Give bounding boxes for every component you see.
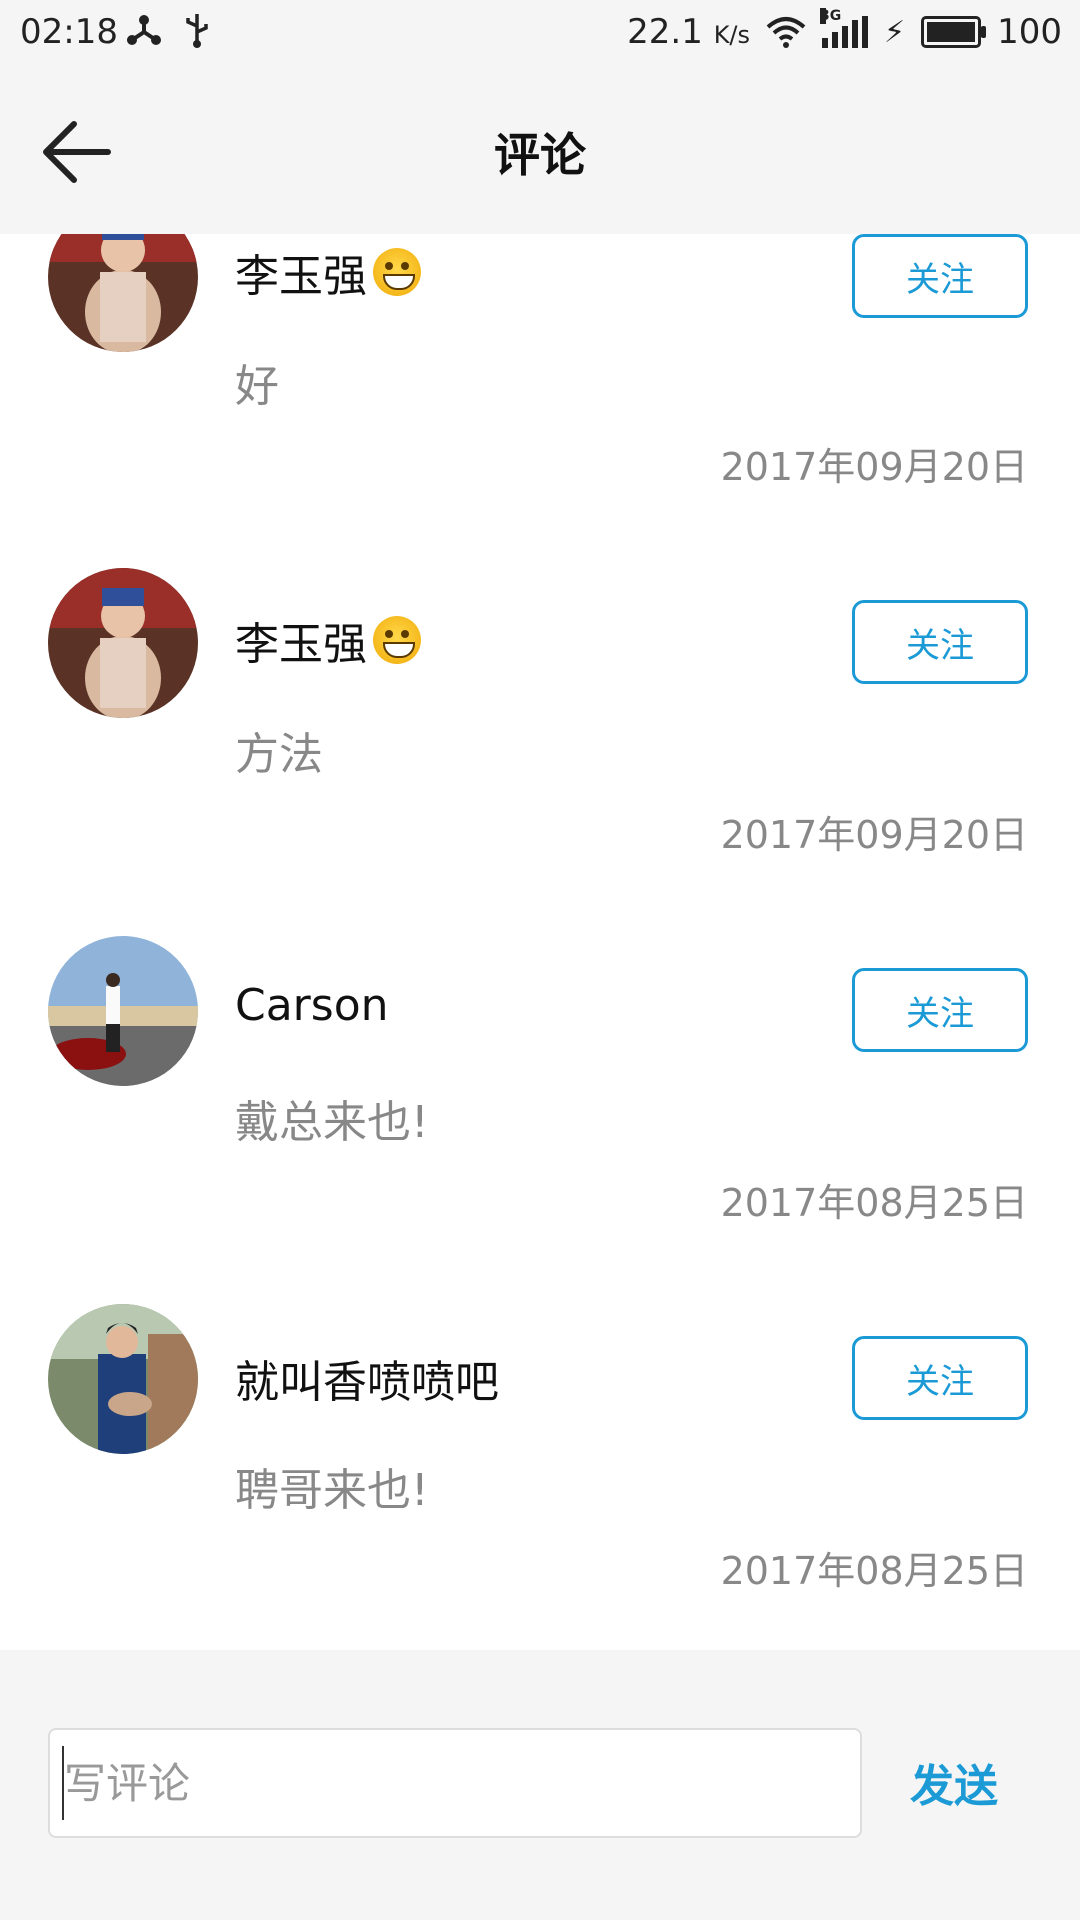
comment-item: 李玉强 关注 方法 2017年09月20日: [0, 568, 1080, 936]
charging-icon: ⚡: [884, 14, 906, 50]
battery-icon: [921, 16, 987, 48]
comment-text: 聘哥来也!: [235, 1465, 429, 1516]
follow-button[interactable]: 关注: [852, 234, 1028, 318]
follow-button[interactable]: 关注: [852, 600, 1028, 684]
grinning-emoji-icon: [373, 248, 421, 296]
comment-text: 戴总来也!: [235, 1097, 429, 1148]
follow-button[interactable]: 关注: [852, 1336, 1028, 1420]
comment-item: Carson 关注 戴总来也! 2017年08月25日: [0, 936, 1080, 1304]
battery-level: 100: [997, 12, 1062, 52]
network-type: 3G: [820, 8, 842, 24]
avatar[interactable]: [48, 1304, 198, 1454]
comment-text: 好: [235, 361, 279, 412]
comment-date: 2017年08月25日: [720, 1549, 1028, 1593]
comment-list[interactable]: 李玉强 关注 好 2017年09月20日 李玉强 关注 方法 2017年09月2…: [0, 234, 1080, 1650]
username-text: 就叫香喷喷吧: [235, 1357, 499, 1408]
status-bar: 02:18 22.1 K/s 3G ⚡ 100: [0, 0, 1080, 64]
status-right: 22.1 K/s 3G ⚡ 100: [627, 8, 1062, 52]
username-text: 李玉强: [235, 619, 367, 670]
comment-input[interactable]: [48, 1728, 862, 1838]
comment-input-bar: 发送: [0, 1650, 1080, 1920]
comment-item: 李玉强 关注 好 2017年09月20日: [0, 234, 1080, 568]
grinning-emoji-icon: [373, 616, 421, 664]
avatar[interactable]: [48, 234, 198, 352]
net-speed-unit: K/s: [713, 21, 751, 49]
net-speed-value: 22.1: [627, 12, 703, 52]
username-text: 李玉强: [235, 251, 367, 302]
usb-icon: [186, 14, 208, 48]
status-time: 02:18: [20, 12, 118, 52]
comment-text: 方法: [235, 729, 323, 780]
text-cursor: [62, 1746, 64, 1820]
avatar[interactable]: [48, 936, 198, 1086]
wifi-icon: [766, 17, 806, 48]
net-speed: 22.1 K/s: [627, 12, 750, 52]
follow-button[interactable]: 关注: [852, 968, 1028, 1052]
username[interactable]: 李玉强: [235, 240, 421, 304]
username[interactable]: Carson: [235, 980, 389, 1031]
username[interactable]: 李玉强: [235, 608, 421, 672]
comment-date: 2017年08月25日: [720, 1181, 1028, 1225]
signal-icon: 3G: [820, 8, 869, 48]
status-left-icons: [126, 12, 210, 48]
username[interactable]: 就叫香喷喷吧: [235, 1346, 499, 1410]
avatar[interactable]: [48, 568, 198, 718]
share-icon: [127, 15, 161, 45]
send-button[interactable]: 发送: [910, 1750, 998, 1814]
app-header: 评论: [0, 64, 1080, 234]
username-text: Carson: [235, 980, 389, 1031]
comment-item: 就叫香喷喷吧 关注 聘哥来也! 2017年08月25日: [0, 1304, 1080, 1650]
comment-date: 2017年09月20日: [720, 445, 1028, 489]
comment-date: 2017年09月20日: [720, 813, 1028, 857]
page-title: 评论: [494, 128, 586, 182]
